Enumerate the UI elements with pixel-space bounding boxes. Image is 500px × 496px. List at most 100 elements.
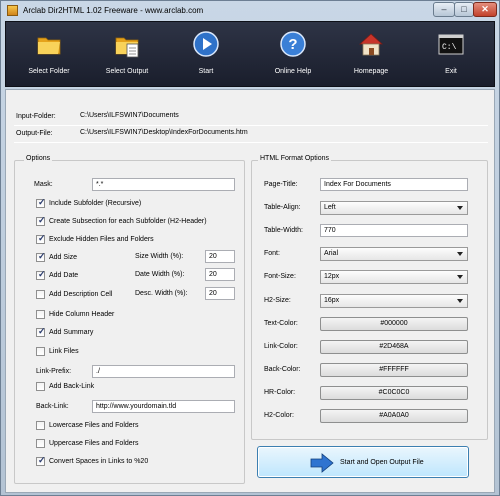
start-and-open-label: Start and Open Output File xyxy=(340,459,424,466)
check-mark-icon: ✓ xyxy=(38,269,46,279)
checkbox-box[interactable]: ✓ xyxy=(36,455,46,466)
checkbox-box[interactable] xyxy=(36,290,45,299)
font-select[interactable]: Arial xyxy=(320,247,468,261)
font-value: Arial xyxy=(324,250,339,257)
svg-text:?: ? xyxy=(288,36,297,53)
exit-button[interactable]: C:\ Exit xyxy=(416,22,486,86)
desc-width-input[interactable]: 20 xyxy=(205,287,235,300)
checkbox-label: Add Summary xyxy=(49,329,94,336)
checkbox-label: Include Subfolder (Recursive) xyxy=(49,200,142,207)
start-label: Start xyxy=(198,68,214,75)
link-prefix-label: Link-Prefix: xyxy=(36,368,72,375)
size-width-label: Size Width (%): xyxy=(135,253,184,260)
size-width-input[interactable]: 20 xyxy=(205,250,235,263)
options-group-title: Options xyxy=(24,155,53,162)
html-format-group-title: HTML Format Options xyxy=(258,155,331,162)
dropdown-arrow-icon xyxy=(457,206,463,210)
divider xyxy=(14,125,488,126)
online-help-button[interactable]: ? Online Help xyxy=(258,22,328,86)
options-group xyxy=(14,160,245,484)
input-folder-path[interactable]: C:\Users\ILFSWIN7\Documents xyxy=(78,110,478,122)
play-icon xyxy=(193,31,219,57)
toolbar: Select Folder Select Output Start ? Onli… xyxy=(5,21,495,87)
check-mark-icon: ✓ xyxy=(38,326,46,336)
h2-size-label: H2-Size: xyxy=(264,297,291,304)
minimize-button[interactable]: – xyxy=(433,2,455,17)
font-size-value: 12px xyxy=(324,273,340,280)
h2-color-label: H2-Color: xyxy=(264,412,294,419)
checkbox-label: Convert Spaces in Links to %20 xyxy=(49,458,149,465)
checkbox-box[interactable] xyxy=(36,347,45,356)
checkbox-box[interactable]: ✓ xyxy=(36,197,46,208)
text-color-label: Text-Color: xyxy=(264,320,298,327)
title-bar[interactable]: Arclab Dir2HTML 1.02 Freeware - www.arcl… xyxy=(1,1,499,21)
link-color-label: Link-Color: xyxy=(264,343,298,350)
h2-color-button[interactable]: #A0A0A0 xyxy=(320,409,468,423)
checkbox-label: Add Date xyxy=(49,272,79,279)
page-title-label: Page-Title: xyxy=(264,181,298,188)
back-link-input[interactable]: http://www.yourdomain.tld xyxy=(92,400,235,413)
checkbox-box[interactable]: ✓ xyxy=(36,269,46,280)
checkbox-label: Exclude Hidden Files and Folders xyxy=(49,236,154,243)
checkbox-box[interactable]: ✓ xyxy=(36,251,46,262)
hr-color-button[interactable]: #C0C0C0 xyxy=(320,386,468,400)
table-align-value: Left xyxy=(324,204,336,211)
checkbox-box[interactable]: ✓ xyxy=(36,233,46,244)
table-align-label: Table-Align: xyxy=(264,204,301,211)
text-color-button[interactable]: #000000 xyxy=(320,317,468,331)
dropdown-arrow-icon xyxy=(457,252,463,256)
font-label: Font: xyxy=(264,250,280,257)
input-folder-label: Input-Folder: xyxy=(16,113,56,120)
date-width-label: Date Width (%): xyxy=(135,271,185,278)
dropdown-arrow-icon xyxy=(457,299,463,303)
homepage-button[interactable]: Homepage xyxy=(336,22,406,86)
font-size-select[interactable]: 12px xyxy=(320,270,468,284)
select-folder-label: Select Folder xyxy=(28,68,70,75)
checkbox-label: Uppercase Files and Folders xyxy=(49,440,139,447)
link-prefix-input[interactable]: ./ xyxy=(92,365,235,378)
check-mark-icon: ✓ xyxy=(38,455,46,465)
page-title-input[interactable]: Index For Documents xyxy=(320,178,468,191)
checkbox-label: Add Size xyxy=(49,254,78,261)
date-width-input[interactable]: 20 xyxy=(205,268,235,281)
h2-size-select[interactable]: 16px xyxy=(320,294,468,308)
divider xyxy=(14,142,488,143)
mask-input[interactable]: *.* xyxy=(92,178,235,191)
check-mark-icon: ✓ xyxy=(38,251,46,261)
checkbox-box[interactable]: ✓ xyxy=(36,326,46,337)
svg-text:C:\: C:\ xyxy=(442,43,457,52)
checkbox-box[interactable] xyxy=(36,439,45,448)
table-width-label: Table-Width: xyxy=(264,227,303,234)
back-link-label: Back-Link: xyxy=(36,403,69,410)
check-mark-icon: ✓ xyxy=(38,233,46,243)
mask-label: Mask: xyxy=(34,181,53,188)
checkbox-label: Add Description Cell xyxy=(49,291,113,298)
select-folder-button[interactable]: Select Folder xyxy=(14,22,84,86)
app-icon xyxy=(7,5,18,16)
select-output-button[interactable]: Select Output xyxy=(92,22,162,86)
start-and-open-button[interactable]: Start and Open Output File xyxy=(257,446,469,478)
hr-color-label: HR-Color: xyxy=(264,389,296,396)
app-window: Arclab Dir2HTML 1.02 Freeware - www.arcl… xyxy=(0,0,500,496)
start-button[interactable]: Start xyxy=(176,22,236,86)
console-exit-icon: C:\ xyxy=(438,34,464,55)
help-icon: ? xyxy=(280,31,306,57)
output-file-label: Output-File: xyxy=(16,130,53,137)
link-color-button[interactable]: #2D468A xyxy=(320,340,468,354)
table-width-input[interactable]: 770 xyxy=(320,224,468,237)
table-align-select[interactable]: Left xyxy=(320,201,468,215)
output-file-path[interactable]: C:\Users\ILFSWIN7\Desktop\IndexForDocume… xyxy=(78,127,478,139)
checkbox-box[interactable] xyxy=(36,382,45,391)
checkbox-label: Add Back-Link xyxy=(49,383,95,390)
check-mark-icon: ✓ xyxy=(38,197,46,207)
font-size-label: Font-Size: xyxy=(264,273,296,280)
checkbox-box[interactable]: ✓ xyxy=(36,215,46,226)
checkbox-box[interactable] xyxy=(36,421,45,430)
dropdown-arrow-icon xyxy=(457,275,463,279)
back-color-button[interactable]: #FFFFFF xyxy=(320,363,468,377)
maximize-button[interactable]: □ xyxy=(454,2,474,17)
main-panel: Input-Folder: C:\Users\ILFSWIN7\Document… xyxy=(5,89,495,493)
close-button[interactable]: ✕ xyxy=(473,2,497,17)
checkbox-box[interactable] xyxy=(36,310,45,319)
folder-icon xyxy=(37,37,61,55)
